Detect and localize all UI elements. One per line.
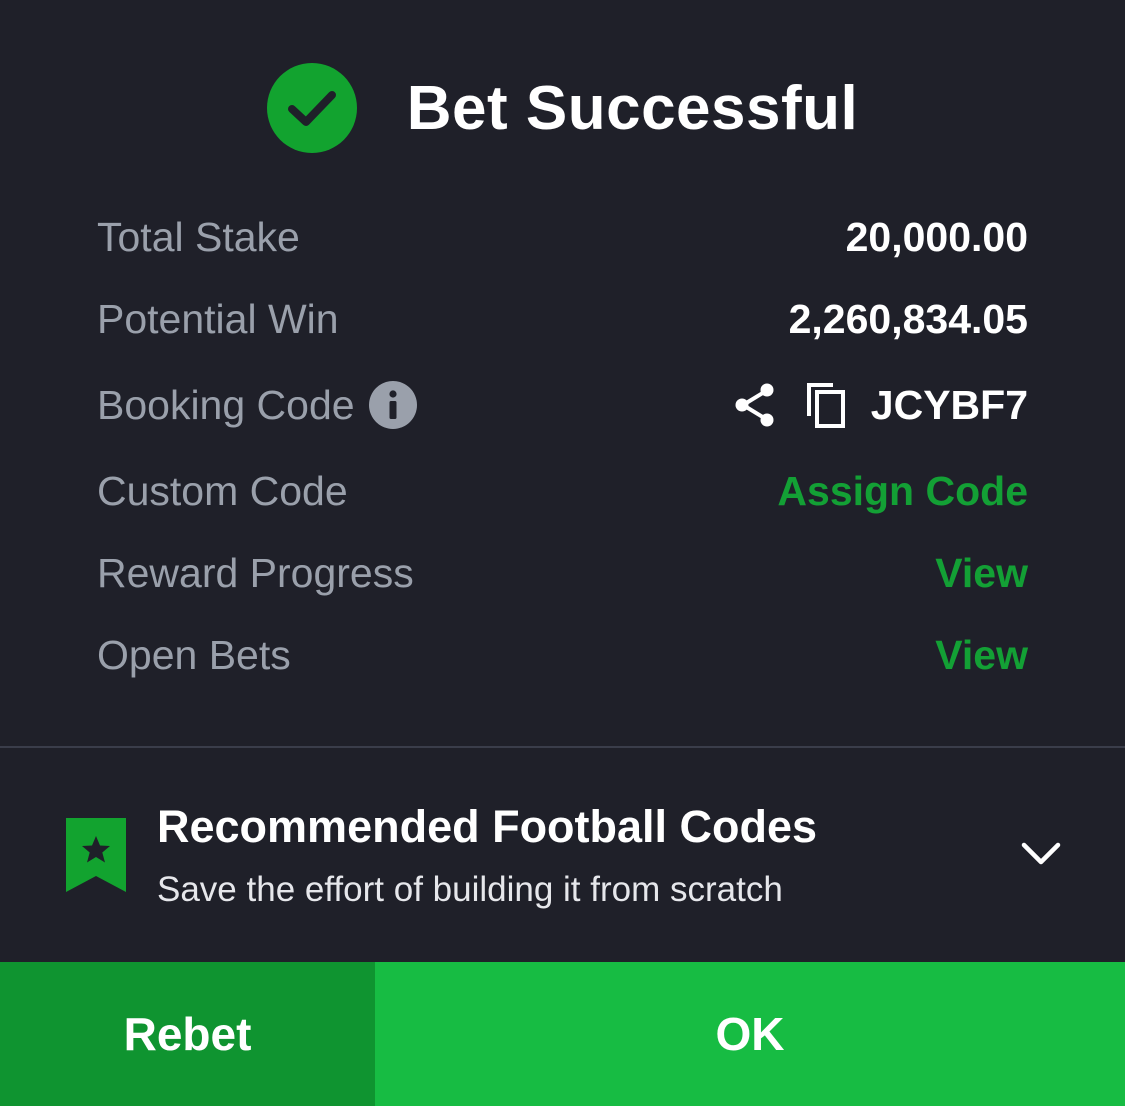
open-bets-view-link[interactable]: View <box>935 632 1028 679</box>
recommended-title: Recommended Football Codes <box>157 801 818 852</box>
potential-win-value: 2,260,834.05 <box>788 295 1028 342</box>
page-title: Bet Successful <box>406 73 859 143</box>
chevron-down-icon[interactable] <box>1020 840 1062 868</box>
reward-progress-label: Reward Progress <box>97 549 414 596</box>
rebet-button[interactable]: Rebet <box>0 962 375 1106</box>
ok-button[interactable]: OK <box>375 962 1125 1106</box>
share-icon[interactable] <box>733 382 777 428</box>
assign-code-link[interactable]: Assign Code <box>777 468 1028 515</box>
recommended-subtitle: Save the effort of building it from scra… <box>157 870 783 909</box>
open-bets-label: Open Bets <box>97 631 291 678</box>
custom-code-label: Custom Code <box>97 467 348 514</box>
reward-progress-row: Reward Progress View <box>97 532 1028 614</box>
custom-code-row: Custom Code Assign Code <box>97 450 1028 532</box>
bookmark-star-icon <box>66 818 126 892</box>
booking-code-row: Booking Code JCYBF7 <box>97 360 1028 450</box>
potential-win-row: Potential Win 2,260,834.05 <box>97 278 1028 360</box>
copy-icon[interactable] <box>805 381 847 429</box>
booking-code-label-group: Booking Code <box>97 381 417 429</box>
booking-code-value-group: JCYBF7 <box>733 381 1028 429</box>
open-bets-row: Open Bets View <box>97 614 1028 696</box>
potential-win-label: Potential Win <box>97 295 339 342</box>
recommended-codes-panel[interactable]: Recommended Football Codes Save the effo… <box>0 748 1125 960</box>
total-stake-row: Total Stake 20,000.00 <box>97 196 1028 278</box>
check-circle-icon <box>266 63 357 153</box>
booking-code-label: Booking Code <box>97 381 355 428</box>
total-stake-label: Total Stake <box>97 213 300 260</box>
action-bar: Rebet OK <box>0 962 1125 1106</box>
reward-progress-view-link[interactable]: View <box>935 550 1028 597</box>
success-header: Bet Successful <box>0 62 1125 154</box>
info-icon[interactable] <box>368 381 417 429</box>
total-stake-value: 20,000.00 <box>845 213 1028 260</box>
booking-code-value: JCYBF7 <box>870 381 1028 428</box>
bet-details: Total Stake 20,000.00 Potential Win 2,26… <box>97 196 1028 696</box>
